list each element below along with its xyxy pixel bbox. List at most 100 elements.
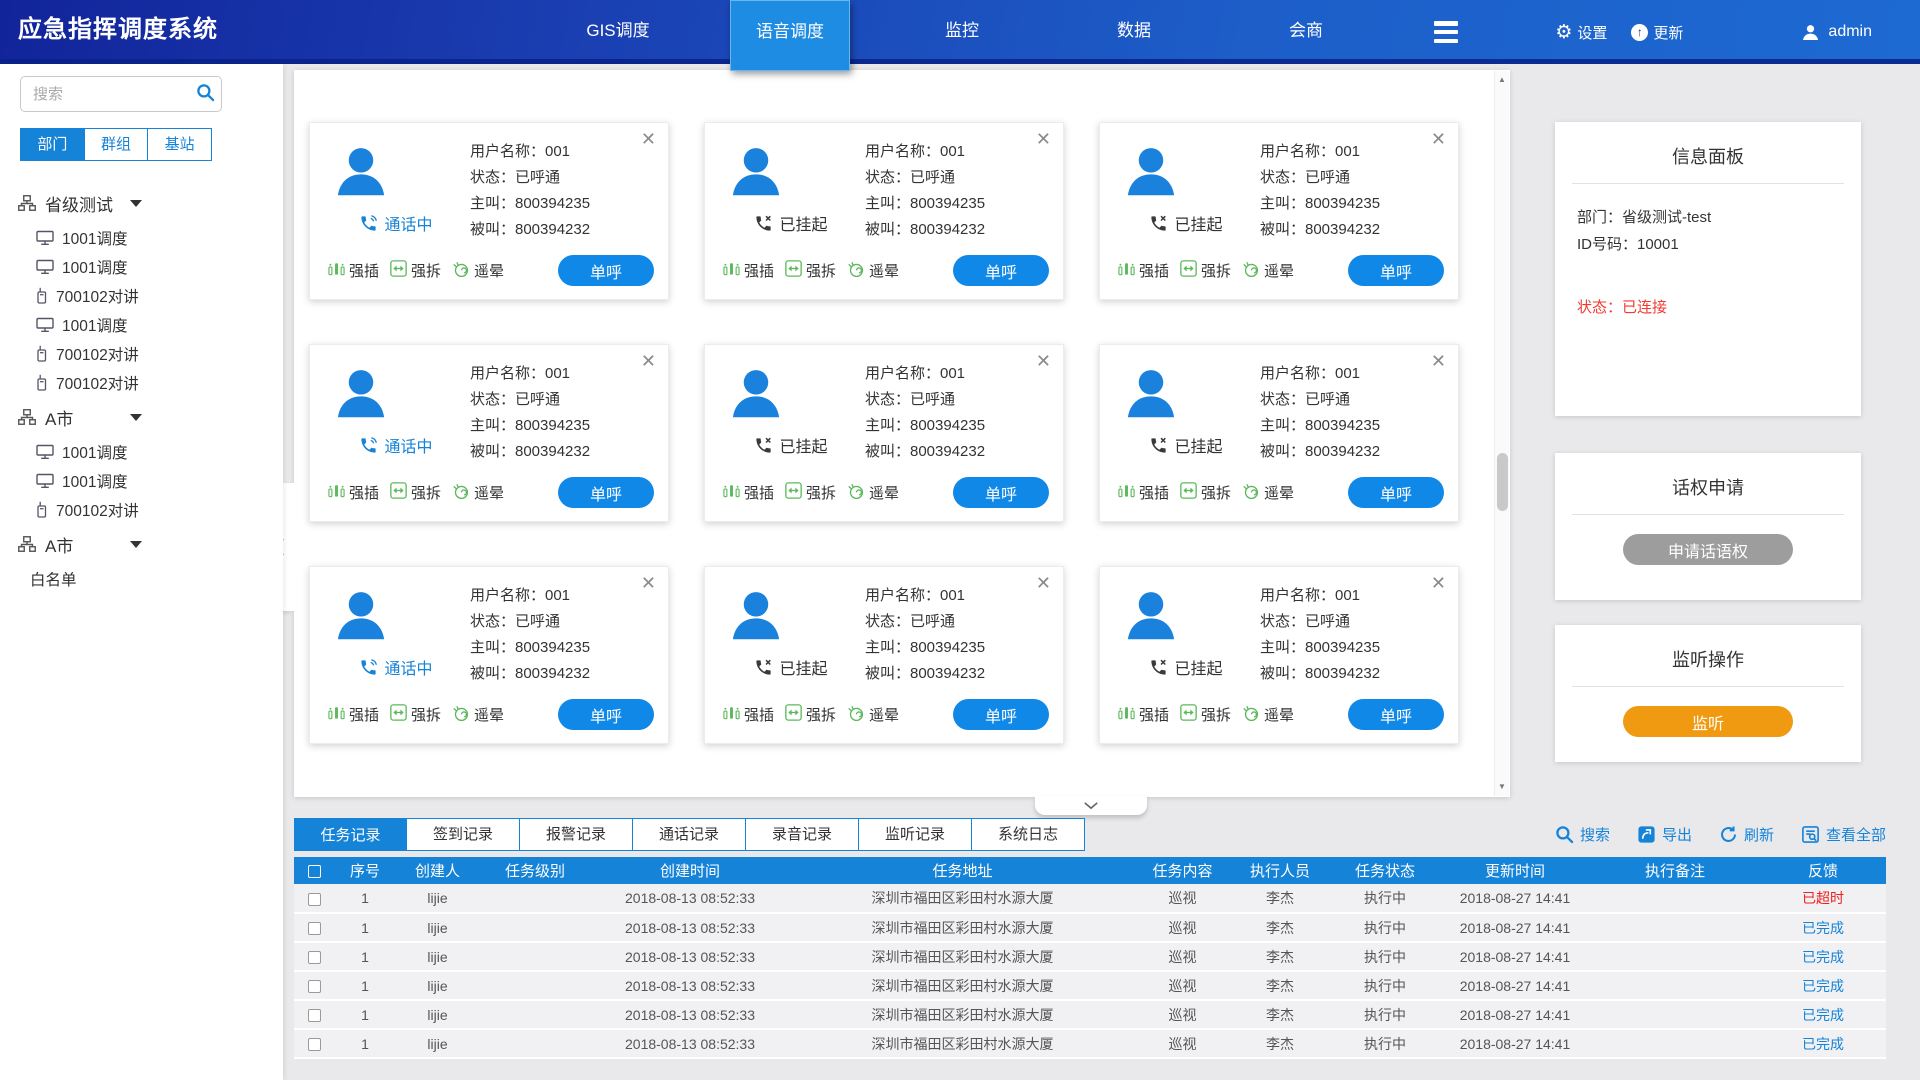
sidebar-tab-station[interactable]: 基站 [148,129,211,160]
force-insert-button[interactable]: 强插 [1118,482,1169,503]
tree-group[interactable]: A市 [18,524,283,564]
force-insert-button[interactable]: 强插 [1118,260,1169,281]
tree-item[interactable]: 1001调度 [18,310,283,339]
select-all-checkbox[interactable] [308,865,321,878]
settings-button[interactable]: ⚙ 设置 [1555,22,1607,43]
export-button[interactable]: 导出 [1637,824,1692,845]
record-tab-alarm[interactable]: 报警记录 [520,818,633,851]
tree-item[interactable]: 1001调度 [18,223,283,252]
force-teardown-button[interactable]: 强拆 [1180,704,1231,725]
close-icon[interactable]: ✕ [641,351,656,372]
force-teardown-button[interactable]: 强拆 [390,704,441,725]
sidebar-tab-department[interactable]: 部门 [21,129,85,160]
remote-stun-button[interactable]: 遥晕 [847,704,899,726]
close-icon[interactable]: ✕ [1036,351,1051,372]
row-checkbox[interactable] [308,893,321,906]
row-checkbox[interactable] [308,922,321,935]
force-teardown-button[interactable]: 强拆 [1180,260,1231,281]
tree-group[interactable]: 省级测试 [18,183,283,223]
tree-item[interactable]: 700102对讲 [18,495,283,524]
search-icon[interactable] [196,83,215,102]
force-insert-button[interactable]: 强插 [328,704,379,725]
remote-stun-button[interactable]: 遥晕 [1242,260,1294,282]
record-tab-call[interactable]: 通话记录 [633,818,746,851]
feedback-cell[interactable]: 已完成 [1760,1029,1886,1058]
force-teardown-button[interactable]: 强拆 [785,482,836,503]
row-checkbox[interactable] [308,951,321,964]
single-call-button[interactable]: 单呼 [1348,699,1444,730]
row-checkbox[interactable] [308,1038,321,1051]
single-call-button[interactable]: 单呼 [953,699,1049,730]
record-tab-listen[interactable]: 监听记录 [859,818,972,851]
force-teardown-button[interactable]: 强拆 [390,482,441,503]
record-tab-task[interactable]: 任务记录 [294,818,407,851]
single-call-button[interactable]: 单呼 [1348,255,1444,286]
tree-item[interactable]: 1001调度 [18,466,283,495]
force-insert-button[interactable]: 强插 [723,704,774,725]
close-icon[interactable]: ✕ [641,129,656,150]
close-icon[interactable]: ✕ [1036,573,1051,594]
force-teardown-button[interactable]: 强拆 [785,260,836,281]
row-checkbox[interactable] [308,1009,321,1022]
update-button[interactable]: ↑ 更新 [1631,22,1683,43]
vertical-scrollbar[interactable]: ▲ ▼ [1494,71,1509,796]
scroll-up-arrow[interactable]: ▲ [1495,73,1509,87]
remote-stun-button[interactable]: 遥晕 [847,482,899,504]
force-insert-button[interactable]: 强插 [328,260,379,281]
nav-tab-monitor[interactable]: 监控 [876,0,1048,64]
hamburger-menu-icon[interactable] [1434,21,1458,43]
refresh-button[interactable]: 刷新 [1719,824,1774,845]
monitor-button[interactable]: 监听 [1623,706,1793,737]
tree-item[interactable]: 700102对讲 [18,368,283,397]
remote-stun-button[interactable]: 遥晕 [452,482,504,504]
remote-stun-button[interactable]: 遥晕 [847,260,899,282]
force-insert-button[interactable]: 强插 [723,260,774,281]
feedback-cell[interactable]: 已完成 [1760,942,1886,971]
force-teardown-button[interactable]: 强拆 [785,704,836,725]
tree-item[interactable]: 白名单 [18,564,283,593]
remote-stun-button[interactable]: 遥晕 [1242,482,1294,504]
remote-stun-button[interactable]: 遥晕 [1242,704,1294,726]
single-call-button[interactable]: 单呼 [558,477,654,508]
view-all-button[interactable]: 查看全部 [1801,824,1886,845]
request-floor-button[interactable]: 申请话语权 [1623,534,1793,565]
tree-item[interactable]: 700102对讲 [18,281,283,310]
tree-item[interactable]: 1001调度 [18,252,283,281]
row-checkbox[interactable] [308,980,321,993]
feedback-cell[interactable]: 已完成 [1760,971,1886,1000]
collapse-panel-tab[interactable] [1035,796,1147,815]
close-icon[interactable]: ✕ [1036,129,1051,150]
close-icon[interactable]: ✕ [1431,351,1446,372]
force-teardown-button[interactable]: 强拆 [1180,482,1231,503]
record-tab-recording[interactable]: 录音记录 [746,818,859,851]
tree-group[interactable]: A市 [18,397,283,437]
scrollbar-thumb[interactable] [1497,453,1508,511]
nav-tab-voice[interactable]: 语音调度 [730,0,850,71]
search-input[interactable] [20,76,222,112]
tree-item[interactable]: 1001调度 [18,437,283,466]
tree-item[interactable]: 700102对讲 [18,339,283,368]
feedback-cell[interactable]: 已完成 [1760,913,1886,942]
single-call-button[interactable]: 单呼 [1348,477,1444,508]
single-call-button[interactable]: 单呼 [558,255,654,286]
single-call-button[interactable]: 单呼 [558,699,654,730]
nav-tab-conference[interactable]: 会商 [1220,0,1392,64]
close-icon[interactable]: ✕ [1431,129,1446,150]
remote-stun-button[interactable]: 遥晕 [452,704,504,726]
user-menu[interactable]: admin [1801,23,1872,42]
search-button[interactable]: 搜索 [1555,824,1610,845]
force-insert-button[interactable]: 强插 [328,482,379,503]
record-tab-checkin[interactable]: 签到记录 [407,818,520,851]
close-icon[interactable]: ✕ [1431,573,1446,594]
single-call-button[interactable]: 单呼 [953,255,1049,286]
record-tab-syslog[interactable]: 系统日志 [972,818,1085,851]
force-insert-button[interactable]: 强插 [723,482,774,503]
single-call-button[interactable]: 单呼 [953,477,1049,508]
sidebar-tab-group[interactable]: 群组 [85,129,149,160]
force-insert-button[interactable]: 强插 [1118,704,1169,725]
scroll-down-arrow[interactable]: ▼ [1495,780,1509,794]
nav-tab-gis[interactable]: GIS调度 [532,0,704,64]
feedback-cell[interactable]: 已超时 [1760,884,1886,913]
nav-tab-data[interactable]: 数据 [1048,0,1220,64]
remote-stun-button[interactable]: 遥晕 [452,260,504,282]
